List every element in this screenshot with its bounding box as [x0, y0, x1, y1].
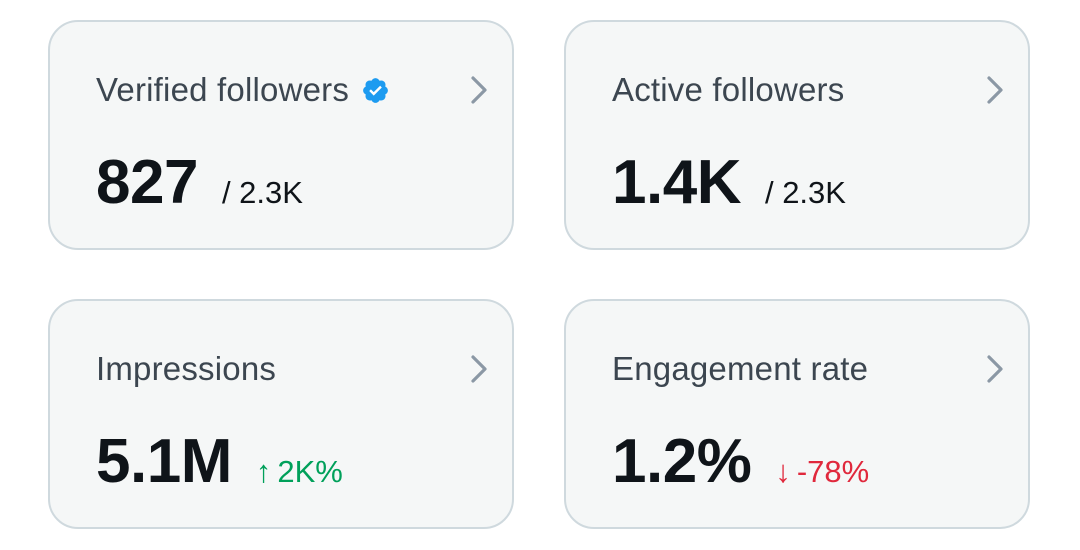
card-title-label: Verified followers — [96, 71, 350, 108]
card-value-row: 1.2% ↓ -78% — [612, 427, 869, 497]
card-title: Impressions — [96, 349, 276, 389]
change-indicator-down: ↓ -78% — [775, 454, 869, 490]
change-value: 2K% — [277, 454, 343, 489]
stat-card-active-followers[interactable]: Active followers 1.4K / 2.3K — [564, 20, 1030, 250]
verified-badge-icon — [363, 77, 388, 103]
chevron-right-icon[interactable] — [468, 351, 490, 387]
stat-card-impressions[interactable]: Impressions 5.1M ↑ 2K% — [48, 299, 514, 529]
card-title-label: Engagement rate — [612, 350, 869, 387]
stat-card-engagement-rate[interactable]: Engagement rate 1.2% ↓ -78% — [564, 299, 1030, 529]
card-total: / 2.3K — [764, 175, 846, 210]
card-value-row: 1.4K / 2.3K — [612, 148, 846, 218]
card-title: Engagement rate — [612, 349, 868, 389]
change-value: -78% — [796, 454, 870, 489]
arrow-down-icon: ↓ — [775, 454, 791, 489]
card-total: / 2.3K — [221, 175, 303, 210]
change-indicator-up: ↑ 2K% — [256, 454, 343, 490]
card-value-row: 5.1M ↑ 2K% — [96, 427, 343, 497]
card-value: 5.1M — [96, 427, 232, 496]
card-title-label: Impressions — [96, 350, 277, 387]
card-value: 1.2% — [612, 427, 752, 496]
arrow-up-icon: ↑ — [255, 454, 272, 489]
card-title: Active followers — [612, 70, 844, 110]
card-value-row: 827 / 2.3K — [96, 148, 303, 218]
card-value: 1.4K — [612, 148, 741, 217]
card-title: Verified followers — [96, 70, 390, 110]
chevron-right-icon[interactable] — [468, 72, 490, 108]
stat-card-verified-followers[interactable]: Verified followers 827 / 2.3K — [48, 20, 514, 250]
chevron-right-icon[interactable] — [984, 72, 1006, 108]
card-value: 827 — [96, 148, 198, 217]
chevron-right-icon[interactable] — [984, 351, 1006, 387]
card-title-label: Active followers — [612, 71, 845, 108]
